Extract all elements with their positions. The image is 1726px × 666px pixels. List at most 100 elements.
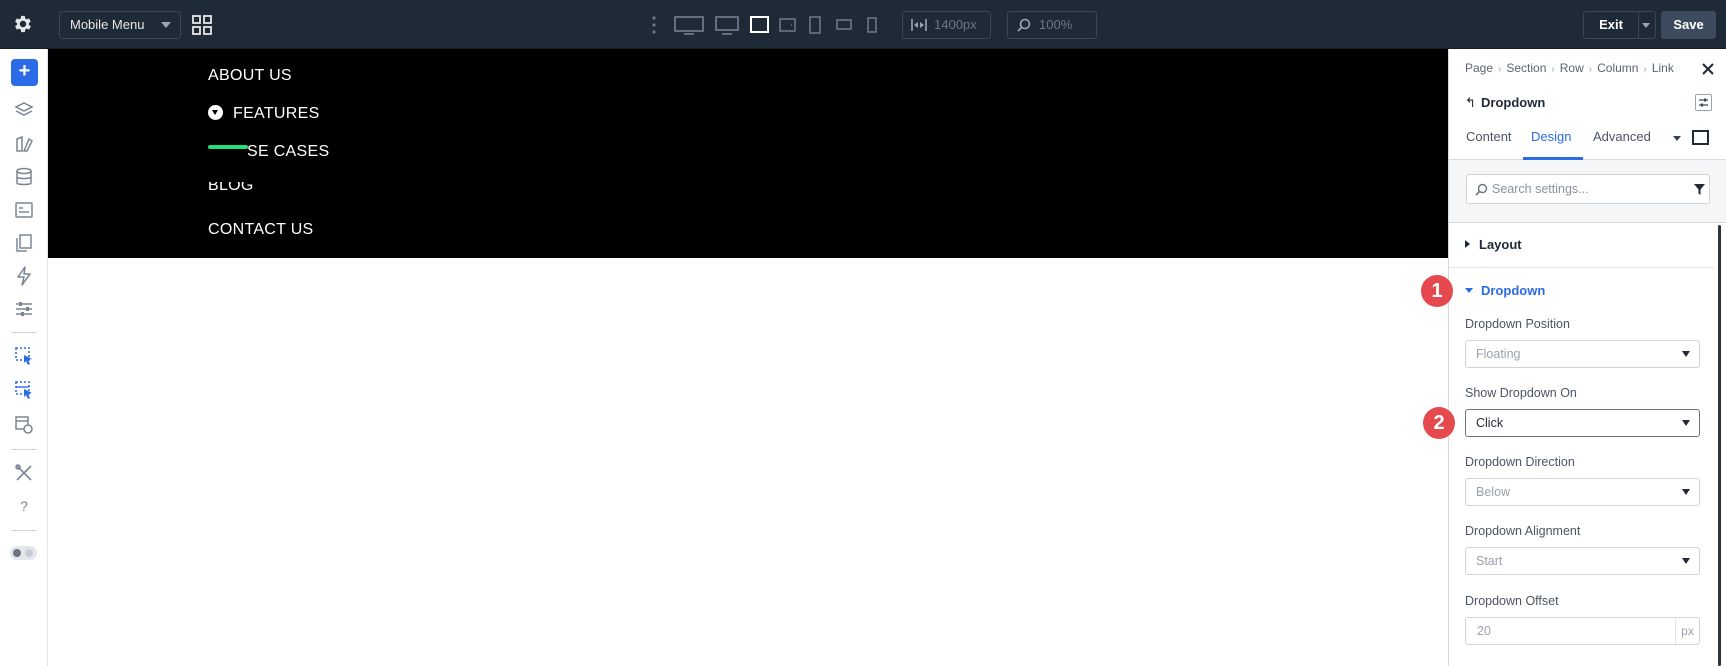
- tab-content[interactable]: Content: [1466, 129, 1512, 144]
- desktop-icon[interactable]: [715, 16, 739, 35]
- top-toolbar: Mobile Menu 1400px 100% Exit Save: [0, 0, 1726, 49]
- dropdown-offset-label: Dropdown Offset: [1465, 594, 1559, 608]
- preset-square-icon[interactable]: [1692, 130, 1709, 145]
- chevron-down-icon: [1682, 489, 1690, 495]
- phone-landscape-icon[interactable]: [836, 19, 852, 30]
- svg-text:?: ?: [20, 498, 28, 514]
- tab-advanced[interactable]: Advanced: [1593, 129, 1651, 144]
- tools-icon[interactable]: [14, 463, 34, 483]
- design-library-icon[interactable]: [14, 134, 34, 154]
- settings-sliders-icon[interactable]: [14, 299, 34, 319]
- toggle-knob: [13, 549, 21, 557]
- save-button[interactable]: Save: [1661, 11, 1716, 39]
- panel-scrollbar[interactable]: [1718, 225, 1721, 666]
- section-layout-label: Layout: [1479, 237, 1522, 252]
- form-icon[interactable]: [14, 200, 34, 220]
- filter-icon[interactable]: [1693, 183, 1706, 196]
- chevron-down-icon: [1682, 351, 1690, 357]
- zoom-icon: [1017, 18, 1031, 32]
- dropdown-position-label: Dropdown Position: [1465, 317, 1570, 331]
- dropdown-direction-select[interactable]: Below: [1465, 478, 1700, 506]
- menu-select[interactable]: Mobile Menu: [59, 11, 181, 39]
- sidebar-divider: [11, 449, 37, 450]
- tablet-portrait-icon[interactable]: [809, 16, 821, 34]
- element-title: Dropdown: [1481, 95, 1546, 110]
- chevron-down-icon[interactable]: [1673, 136, 1681, 141]
- section-dropdown[interactable]: Dropdown: [1465, 283, 1545, 298]
- chevron-down-icon: [161, 22, 171, 28]
- desktop-wide-icon[interactable]: [674, 16, 704, 35]
- breadcrumb-page[interactable]: Page: [1465, 61, 1493, 75]
- help-icon[interactable]: ?: [14, 496, 34, 516]
- chevron-down-icon: [1682, 558, 1690, 564]
- layers-icon[interactable]: [14, 101, 34, 121]
- show-dropdown-on-select[interactable]: Click: [1465, 409, 1700, 437]
- dropdown-offset-unit[interactable]: px: [1675, 618, 1699, 644]
- add-module-button[interactable]: +: [11, 59, 38, 86]
- gear-icon[interactable]: [12, 13, 34, 35]
- sidebar-divider: [11, 332, 37, 333]
- section-dropdown-label: Dropdown: [1481, 283, 1546, 298]
- resize-width-icon: [911, 19, 927, 31]
- exit-options-button[interactable]: [1638, 11, 1656, 39]
- show-dropdown-on-label: Show Dropdown On: [1465, 386, 1577, 400]
- builder-canvas[interactable]: ABOUT US FEATURES SE CASES BLOG CONTACT …: [48, 49, 1448, 666]
- dropdown-arrow-icon: [208, 105, 223, 120]
- breadcrumb-column[interactable]: Column: [1597, 61, 1638, 75]
- menu-select-value: Mobile Menu: [70, 17, 145, 32]
- dropdown-offset-input[interactable]: 20 px: [1465, 617, 1700, 645]
- chevron-right-icon: ›: [1643, 64, 1647, 75]
- breadcrumb: Page › Section › Row › Column › Link: [1465, 61, 1674, 75]
- tablet-landscape-icon[interactable]: [779, 18, 796, 32]
- menu-item-about[interactable]: ABOUT US: [208, 67, 292, 85]
- back-to-parent[interactable]: ↰ Dropdown: [1465, 95, 1545, 111]
- breadcrumb-section[interactable]: Section: [1506, 61, 1546, 75]
- more-vertical-icon[interactable]: [652, 16, 656, 34]
- back-arrow-icon: ↰: [1465, 95, 1476, 110]
- menu-item-contact[interactable]: CONTACT US: [208, 221, 314, 239]
- zoom-value: 100%: [1039, 17, 1073, 32]
- zoom-field[interactable]: 100%: [1007, 11, 1097, 39]
- lightning-icon[interactable]: [14, 266, 34, 286]
- menu-item-use-cases[interactable]: SE CASES: [247, 143, 329, 161]
- menu-item-blog[interactable]: BLOG: [208, 182, 254, 196]
- section-divider: [1449, 267, 1715, 268]
- breadcrumb-link[interactable]: Link: [1652, 61, 1674, 75]
- dropdown-position-select[interactable]: Floating: [1465, 340, 1700, 368]
- sidebar-divider: [11, 530, 37, 531]
- phone-portrait-icon[interactable]: [867, 17, 877, 33]
- laptop-icon[interactable]: [750, 16, 769, 33]
- dropdown-direction-value: Below: [1476, 485, 1511, 499]
- canvas-width-value: 1400px: [934, 17, 977, 32]
- database-icon[interactable]: [14, 167, 34, 187]
- search-input[interactable]: [1492, 179, 1682, 199]
- tab-design[interactable]: Design: [1531, 129, 1571, 144]
- canvas-width-field[interactable]: 1400px: [902, 11, 991, 39]
- mobile-menu-preview[interactable]: ABOUT US FEATURES SE CASES BLOG CONTACT …: [48, 49, 1448, 258]
- table-view-icon[interactable]: [14, 415, 34, 435]
- grid-icon[interactable]: [192, 15, 212, 35]
- dropdown-position-value: Floating: [1476, 347, 1521, 361]
- sliders-icon: [1699, 98, 1708, 107]
- interaction-grid-icon[interactable]: [14, 380, 34, 400]
- exit-button[interactable]: Exit: [1583, 11, 1639, 39]
- chevron-right-icon: ›: [1588, 64, 1593, 75]
- search-box: [1466, 174, 1710, 204]
- toggle-knob: [25, 549, 33, 557]
- breadcrumb-row[interactable]: Row: [1560, 61, 1584, 75]
- mode-toggle[interactable]: [10, 546, 37, 560]
- pages-icon[interactable]: [14, 233, 34, 253]
- close-icon[interactable]: [1701, 62, 1715, 76]
- menu-item-label: FEATURES: [233, 105, 320, 122]
- panel-tabs: Content Design Advanced: [1449, 115, 1726, 160]
- chevron-right-icon: ›: [1551, 64, 1555, 75]
- element-options-icon[interactable]: [1695, 94, 1712, 111]
- dropdown-alignment-value: Start: [1476, 554, 1503, 568]
- left-sidebar: + ?: [0, 49, 48, 666]
- search-icon: [1475, 183, 1488, 196]
- section-layout[interactable]: Layout: [1465, 237, 1522, 252]
- search-area: [1449, 160, 1726, 223]
- dropdown-alignment-select[interactable]: Start: [1465, 547, 1700, 575]
- menu-item-features[interactable]: FEATURES: [208, 105, 320, 123]
- interaction-cursor-icon[interactable]: [14, 346, 34, 366]
